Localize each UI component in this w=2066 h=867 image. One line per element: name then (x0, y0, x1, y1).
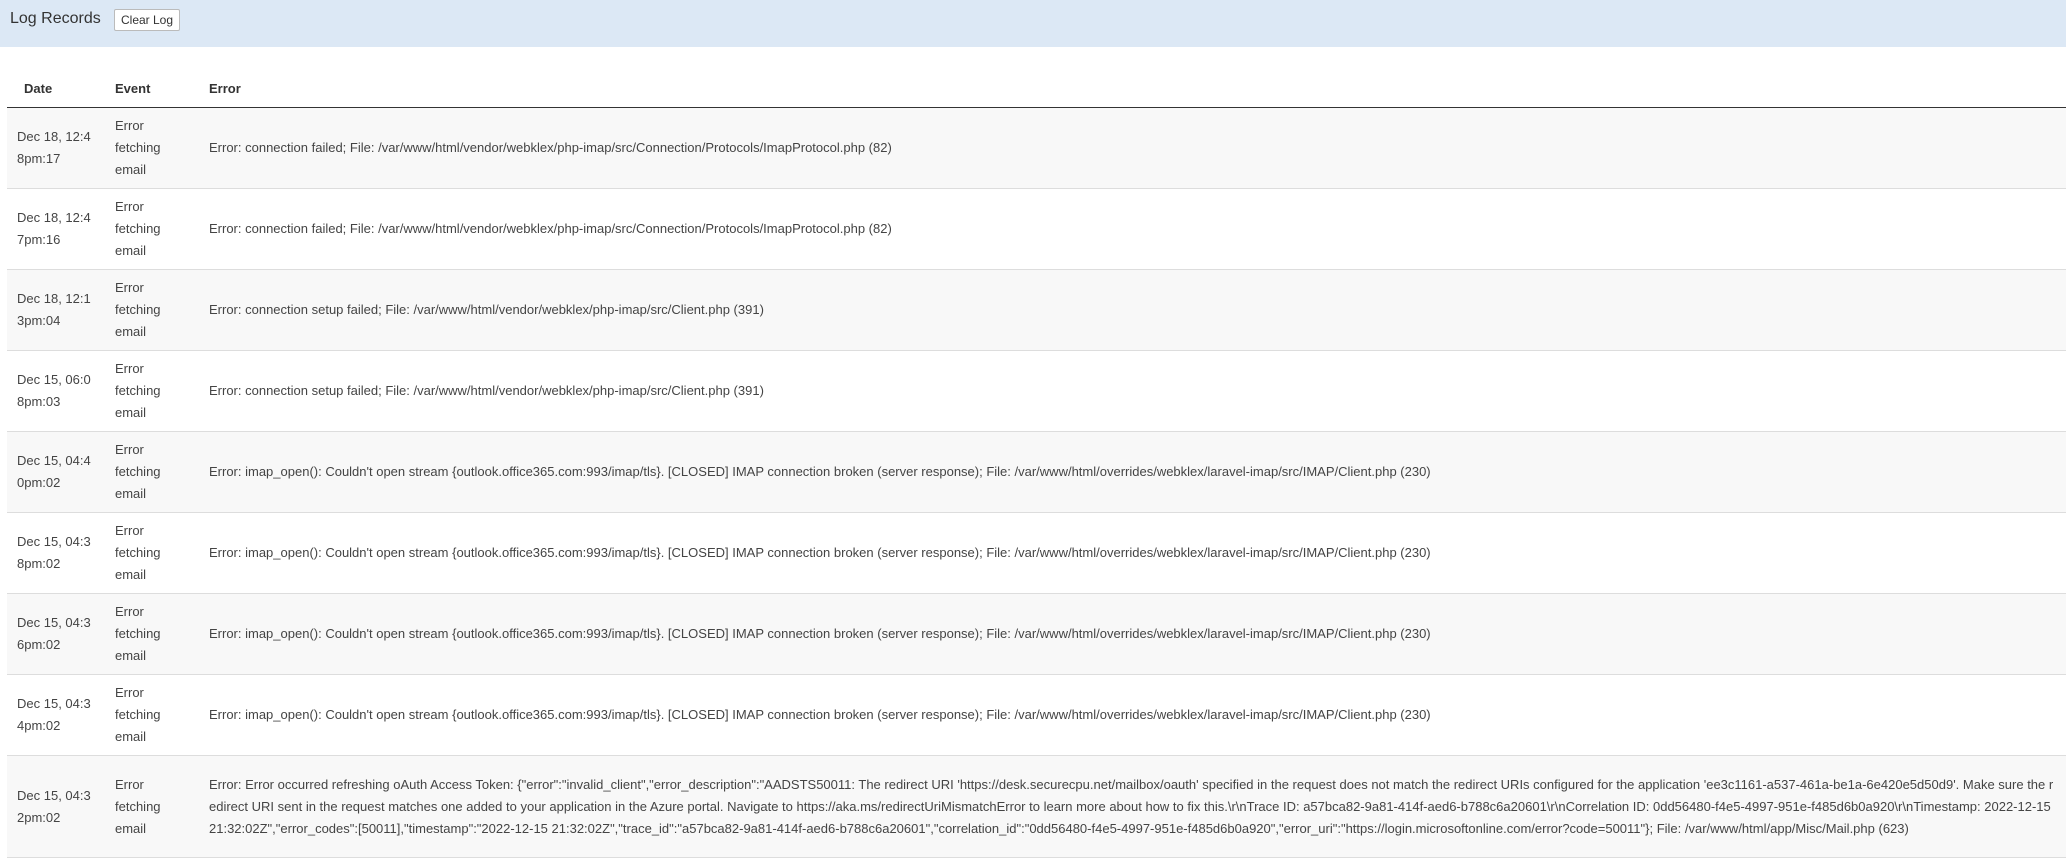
row-error: Error: connection failed; File: /var/www… (197, 188, 2066, 270)
column-header-date[interactable]: Date (7, 69, 103, 108)
row-date: Dec 18, 12:13pm:04 (7, 269, 103, 351)
row-event: Error fetching email (103, 107, 197, 189)
table-row: Dec 18, 12:47pm:16 Error fetching email … (7, 188, 2066, 270)
row-event: Error fetching email (103, 269, 197, 351)
row-event: Error fetching email (103, 755, 197, 858)
row-date: Dec 15, 04:40pm:02 (7, 431, 103, 513)
row-error: Error: imap_open(): Couldn't open stream… (197, 431, 2066, 513)
row-date: Dec 15, 04:32pm:02 (7, 755, 103, 858)
table-row: Dec 15, 04:40pm:02 Error fetching email … (7, 431, 2066, 513)
row-event: Error fetching email (103, 350, 197, 432)
table-row: Dec 15, 04:38pm:02 Error fetching email … (7, 512, 2066, 594)
row-error: Error: connection setup failed; File: /v… (197, 269, 2066, 351)
row-event: Error fetching email (103, 431, 197, 513)
row-date: Dec 15, 06:08pm:03 (7, 350, 103, 432)
row-error: Error: imap_open(): Couldn't open stream… (197, 674, 2066, 756)
table-row: Dec 15, 04:36pm:02 Error fetching email … (7, 593, 2066, 675)
log-table: Date Event Error Dec 18, 12:48pm:17 Erro… (7, 69, 2066, 858)
row-event: Error fetching email (103, 593, 197, 675)
row-date: Dec 18, 12:48pm:17 (7, 107, 103, 189)
row-error: Error: connection failed; File: /var/www… (197, 107, 2066, 189)
clear-log-button[interactable]: Clear Log (114, 9, 181, 31)
column-header-event[interactable]: Event (103, 69, 197, 108)
row-date: Dec 18, 12:47pm:16 (7, 188, 103, 270)
header-bar: Log Records Clear Log (0, 0, 2066, 47)
table-row: Dec 18, 12:48pm:17 Error fetching email … (7, 107, 2066, 189)
row-error: Error: imap_open(): Couldn't open stream… (197, 593, 2066, 675)
row-date: Dec 15, 04:38pm:02 (7, 512, 103, 594)
row-error: Error: imap_open(): Couldn't open stream… (197, 512, 2066, 594)
row-event: Error fetching email (103, 188, 197, 270)
row-error: Error: connection setup failed; File: /v… (197, 350, 2066, 432)
page-title: Log Records (10, 10, 101, 27)
table-row: Dec 15, 06:08pm:03 Error fetching email … (7, 350, 2066, 432)
table-row: Dec 15, 04:32pm:02 Error fetching email … (7, 755, 2066, 858)
row-date: Dec 15, 04:36pm:02 (7, 593, 103, 675)
table-row: Dec 18, 12:13pm:04 Error fetching email … (7, 269, 2066, 351)
row-date: Dec 15, 04:34pm:02 (7, 674, 103, 756)
column-header-error[interactable]: Error (197, 69, 2066, 108)
row-error: Error: Error occurred refreshing oAuth A… (197, 755, 2066, 858)
table-header-row: Date Event Error (7, 69, 2066, 108)
row-event: Error fetching email (103, 512, 197, 594)
table-row: Dec 15, 04:34pm:02 Error fetching email … (7, 674, 2066, 756)
row-event: Error fetching email (103, 674, 197, 756)
